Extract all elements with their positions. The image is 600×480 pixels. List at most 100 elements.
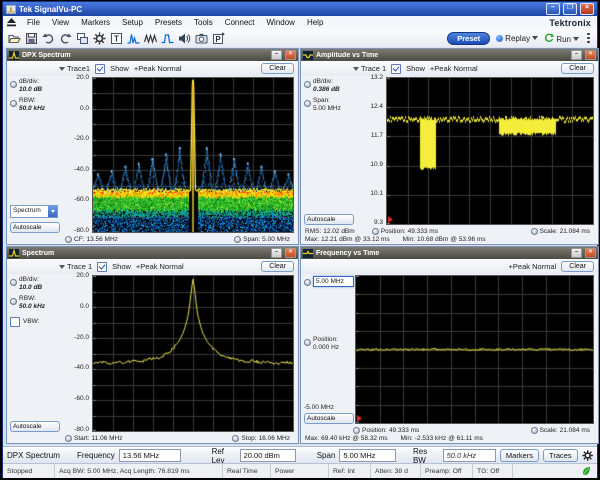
traces-button[interactable]: Traces [543,449,578,462]
knob-icon[interactable] [304,81,311,88]
span-input[interactable]: 5.00 MHz [339,449,396,462]
spec-show-checkbox[interactable] [97,262,107,272]
spec-trace-selector[interactable]: Trace 1 [59,262,92,271]
knob-icon[interactable] [304,100,311,107]
menu-help[interactable]: Help [301,18,329,27]
ref-level-input[interactable]: 20.00 dBm [240,449,297,462]
preset-button[interactable]: Preset [447,32,490,45]
replay-button[interactable]: Replay [496,34,538,43]
dpx-span-field[interactable]: Span: 5.00 MHz [234,236,290,243]
dpx-minimize-button[interactable]: – [271,50,282,60]
knob-icon[interactable] [10,298,17,305]
spec-dbdiv-value[interactable]: 10.0 dB [19,284,42,291]
dpx-y-axis: 20.00.0-20.0-40.0-60.0-80.0 [63,76,92,235]
menu-presets[interactable]: Presets [149,18,188,27]
menu-file[interactable]: File [21,18,46,27]
minimize-button[interactable]: – [546,3,560,15]
dpx-dbdiv-value[interactable]: 10.0 dB [19,86,42,93]
dpx-cf-field[interactable]: CF: 13.56 MHz [65,236,118,243]
dpx-trace-selector[interactable]: Trace1 [59,64,90,73]
knob-icon[interactable] [10,100,17,107]
more-menu-icon[interactable] [587,32,590,45]
spec-trace-controls: Trace 1 Show +Peak Normal Clear [7,259,298,274]
freq-panel-titlebar[interactable]: Frequency vs Time – × [301,247,598,259]
freq-ymax-field[interactable]: 5.00 MHz [313,276,354,287]
dpx-panel-titlebar[interactable]: DPX Spectrum – × [7,49,298,61]
active-measurement-label: DPX Spectrum [7,451,73,460]
amp-dbdiv-value[interactable]: 0.386 dB [313,86,340,93]
amp-scale-field[interactable]: Scale: 21.084 ms [531,228,590,235]
settings-gear-icon[interactable] [91,31,107,46]
amp-clear-button[interactable]: Clear [561,63,594,74]
dpx-close-button[interactable]: × [285,50,296,60]
freq-plot-area[interactable] [355,275,594,424]
menu-markers[interactable]: Markers [75,18,116,27]
spec-clear-button[interactable]: Clear [261,261,294,272]
menu-window[interactable]: Window [261,18,301,27]
settings-gear-icon[interactable] [582,449,593,462]
dpx-trace-type-select[interactable]: Spectrum [10,205,58,218]
spec-rbw-value[interactable]: 50.0 kHz [19,303,45,310]
text-marker-icon[interactable]: T [108,31,124,46]
tile-windows-icon[interactable] [74,31,90,46]
spec-vbw-checkbox[interactable] [10,317,20,327]
save-icon[interactable] [23,31,39,46]
run-dropdown-arrow[interactable] [573,37,579,41]
amp-span-value[interactable]: 5.00 MHz [313,105,341,112]
spec-panel-titlebar[interactable]: Spectrum – × [7,247,298,259]
amp-minimize-button[interactable]: – [571,50,582,60]
audio-icon[interactable] [176,31,192,46]
menu-tools[interactable]: Tools [188,18,219,27]
maximize-button[interactable]: ❐ [563,3,577,15]
undo-icon[interactable] [40,31,56,46]
spec-stop-field[interactable]: Stop: 16.06 MHz [232,435,290,442]
amp-position-field[interactable]: Position: 49.333 ms [372,228,438,235]
amp-trace-selector[interactable]: Trace 1 [353,64,386,73]
freq-minimize-button[interactable]: – [571,248,582,258]
dpx-trace-icon[interactable] [125,31,141,46]
freq-scale-field[interactable]: Scale: 21.084 ms [531,427,590,434]
spec-start-field[interactable]: Start: 11.06 MHz [65,435,123,442]
freq-position-value[interactable]: 0.000 Hz [313,344,339,351]
frequency-input[interactable]: 13.56 MHz [119,449,181,462]
dpx-autoscale-button[interactable]: Autoscale [10,222,60,233]
open-icon[interactable] [6,31,22,46]
run-button[interactable]: Run [544,33,579,44]
dpx-plot-area[interactable] [92,77,294,233]
redo-icon[interactable] [57,31,73,46]
waveform-icon[interactable] [142,31,158,46]
menu-setup[interactable]: Setup [116,18,149,27]
freq-autoscale-button[interactable]: Autoscale [304,413,354,424]
menu-view[interactable]: View [46,18,75,27]
dpx-rbw-value[interactable]: 50.0 kHz [19,105,45,112]
app-icon [6,5,16,14]
spec-plot-area[interactable] [92,275,294,432]
spec-close-button[interactable]: × [285,248,296,258]
pulse-icon[interactable] [159,31,175,46]
amp-plot-area[interactable] [386,77,594,225]
title-bar[interactable]: Tek SignalVu-PC – ❐ × [3,2,597,16]
camera-icon[interactable] [193,31,209,46]
amp-panel-titlebar[interactable]: Amplitude vs Time – × [301,49,598,61]
preset-p-icon[interactable]: P [210,31,226,46]
markers-button[interactable]: Markers [500,449,539,462]
knob-icon[interactable] [10,81,17,88]
knob-icon[interactable] [10,279,17,286]
spec-minimize-button[interactable]: – [271,248,282,258]
close-button[interactable]: × [580,3,594,15]
dpx-show-checkbox[interactable] [95,64,105,74]
dpx-clear-button[interactable]: Clear [261,63,294,74]
eject-icon[interactable] [6,18,17,27]
amp-autoscale-button[interactable]: Autoscale [304,214,354,225]
replay-dropdown-arrow[interactable] [532,36,538,40]
res-bw-input[interactable]: 50.0 kHz [443,449,496,462]
knob-icon[interactable] [304,279,311,286]
amp-close-button[interactable]: × [585,50,596,60]
amp-show-checkbox[interactable] [391,64,401,74]
freq-close-button[interactable]: × [585,248,596,258]
spec-autoscale-button[interactable]: Autoscale [10,421,60,432]
menu-connect[interactable]: Connect [219,18,261,27]
freq-position-field[interactable]: Position: 49.333 ms [353,427,419,434]
knob-icon[interactable] [304,339,311,346]
freq-clear-button[interactable]: Clear [561,261,594,272]
